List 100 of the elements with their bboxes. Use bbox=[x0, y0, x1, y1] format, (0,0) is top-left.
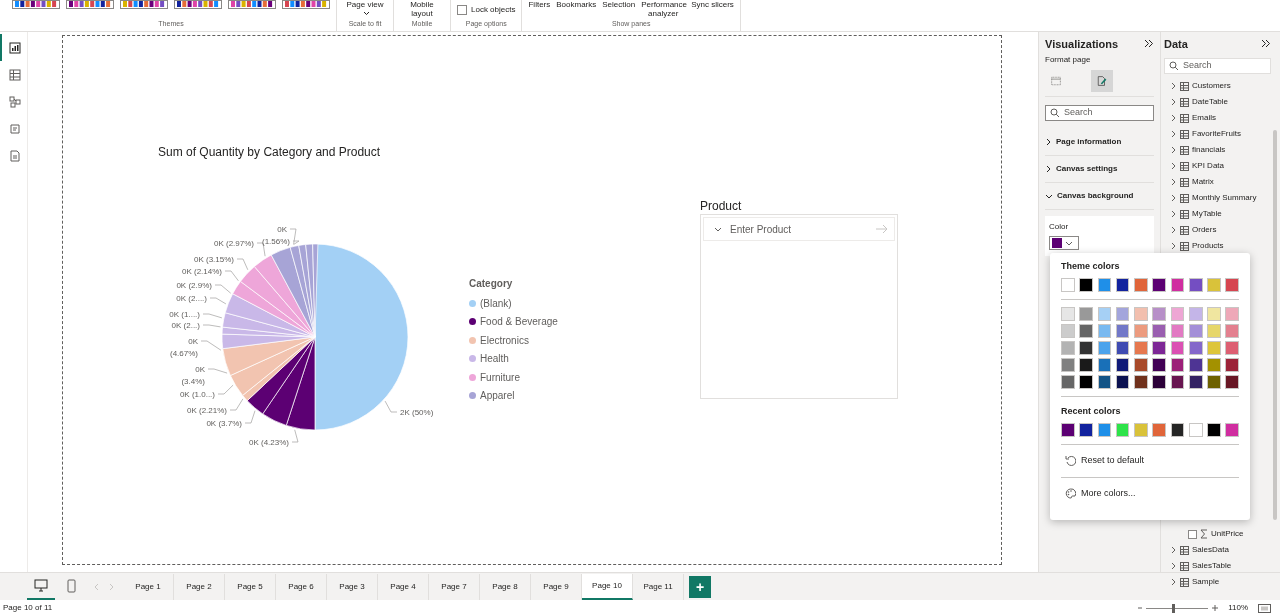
color-swatch[interactable] bbox=[1079, 341, 1093, 355]
color-swatch[interactable] bbox=[1134, 278, 1148, 292]
search-field[interactable]: Search bbox=[1045, 105, 1154, 121]
scrollbar[interactable] bbox=[1273, 130, 1277, 520]
color-swatch[interactable] bbox=[1061, 324, 1075, 338]
field-checkbox[interactable] bbox=[1188, 529, 1197, 539]
color-swatch[interactable] bbox=[1188, 358, 1203, 372]
color-swatch[interactable] bbox=[1097, 324, 1112, 338]
color-swatch[interactable] bbox=[1097, 341, 1112, 355]
data-table-item[interactable]: Products bbox=[1164, 238, 1271, 254]
page-tab[interactable]: Page 10 bbox=[582, 573, 633, 600]
color-swatch[interactable] bbox=[1134, 307, 1148, 321]
slicer-search-field[interactable]: Enter Product bbox=[703, 217, 895, 241]
color-swatch[interactable] bbox=[1115, 375, 1130, 389]
add-page-button[interactable]: + bbox=[689, 575, 711, 598]
popup-action[interactable]: More colors... bbox=[1061, 484, 1140, 502]
data-table-item[interactable]: Customers bbox=[1164, 78, 1271, 94]
color-swatch[interactable] bbox=[1115, 423, 1130, 437]
section-header[interactable]: Canvas settings bbox=[1045, 156, 1154, 183]
color-swatch[interactable] bbox=[1170, 358, 1185, 372]
color-swatch[interactable] bbox=[1188, 423, 1203, 437]
ribbon-button[interactable]: Page view bbox=[343, 0, 387, 18]
color-swatch[interactable] bbox=[1061, 341, 1075, 355]
color-swatch[interactable] bbox=[1115, 341, 1130, 355]
color-swatch[interactable] bbox=[1115, 358, 1130, 372]
color-swatch[interactable] bbox=[1079, 375, 1093, 389]
color-swatch[interactable] bbox=[1097, 307, 1112, 321]
popup-action[interactable]: Reset to default bbox=[1061, 452, 1149, 470]
lock-objects-checkbox[interactable] bbox=[457, 5, 467, 15]
data-table-item[interactable]: FavoriteFruits bbox=[1164, 126, 1271, 142]
color-swatch[interactable] bbox=[1152, 341, 1166, 355]
color-swatch[interactable] bbox=[1207, 307, 1221, 321]
format-mode-button[interactable] bbox=[1091, 70, 1113, 92]
color-swatch[interactable] bbox=[1097, 358, 1112, 372]
ribbon-button[interactable]: Sync slicers bbox=[691, 0, 734, 9]
color-swatch[interactable] bbox=[1170, 423, 1185, 437]
color-dropdown[interactable] bbox=[1049, 236, 1079, 250]
color-swatch[interactable] bbox=[1061, 278, 1075, 292]
color-swatch[interactable] bbox=[1207, 423, 1221, 437]
color-swatch[interactable] bbox=[1134, 341, 1148, 355]
color-swatch[interactable] bbox=[1225, 341, 1240, 355]
color-swatch[interactable] bbox=[1134, 358, 1148, 372]
color-swatch[interactable] bbox=[1152, 307, 1166, 321]
data-table-item[interactable]: MyTable bbox=[1164, 206, 1271, 222]
color-swatch[interactable] bbox=[1225, 423, 1240, 437]
color-swatch[interactable] bbox=[1152, 423, 1166, 437]
color-swatch[interactable] bbox=[1170, 307, 1185, 321]
color-swatch[interactable] bbox=[1134, 375, 1148, 389]
data-table-item[interactable]: Sample bbox=[1164, 574, 1271, 590]
color-swatch[interactable] bbox=[1207, 324, 1221, 338]
section-header[interactable]: Canvas background bbox=[1045, 183, 1154, 210]
color-swatch[interactable] bbox=[1097, 375, 1112, 389]
color-swatch[interactable] bbox=[1061, 375, 1075, 389]
color-swatch[interactable] bbox=[1207, 375, 1221, 389]
color-swatch[interactable] bbox=[1188, 341, 1203, 355]
color-swatch[interactable] bbox=[1115, 307, 1130, 321]
color-swatch[interactable] bbox=[1207, 278, 1221, 292]
color-swatch[interactable] bbox=[1188, 324, 1203, 338]
ribbon-button[interactable]: Mobile layout bbox=[400, 0, 444, 18]
color-swatch[interactable] bbox=[1188, 278, 1203, 292]
color-swatch[interactable] bbox=[1115, 324, 1130, 338]
data-table-item[interactable]: Matrix bbox=[1164, 174, 1271, 190]
color-swatch[interactable] bbox=[1079, 278, 1093, 292]
color-swatch[interactable] bbox=[1225, 375, 1240, 389]
color-swatch[interactable] bbox=[1152, 324, 1166, 338]
ribbon-button[interactable]: Performance analyzer bbox=[641, 0, 686, 18]
data-table-item[interactable]: SalesData bbox=[1164, 542, 1271, 558]
color-swatch[interactable] bbox=[1115, 278, 1130, 292]
color-swatch[interactable] bbox=[1188, 307, 1203, 321]
color-swatch[interactable] bbox=[1170, 375, 1185, 389]
data-table-item[interactable]: Orders bbox=[1164, 222, 1271, 238]
color-swatch[interactable] bbox=[1079, 358, 1093, 372]
data-table-item[interactable]: DateTable bbox=[1164, 94, 1271, 110]
color-swatch[interactable] bbox=[1170, 324, 1185, 338]
data-table-item[interactable]: Emails bbox=[1164, 110, 1271, 126]
ribbon-button[interactable]: Bookmarks bbox=[556, 0, 597, 9]
color-swatch[interactable] bbox=[1225, 358, 1240, 372]
color-swatch[interactable] bbox=[1134, 423, 1148, 437]
color-swatch[interactable] bbox=[1097, 278, 1112, 292]
color-swatch[interactable] bbox=[1225, 307, 1240, 321]
color-swatch[interactable] bbox=[1079, 307, 1093, 321]
color-swatch[interactable] bbox=[1152, 358, 1166, 372]
data-table-item[interactable]: KPI Data bbox=[1164, 158, 1271, 174]
color-swatch[interactable] bbox=[1188, 375, 1203, 389]
color-swatch[interactable] bbox=[1061, 423, 1075, 437]
color-swatch[interactable] bbox=[1170, 341, 1185, 355]
color-swatch[interactable] bbox=[1061, 358, 1075, 372]
color-swatch[interactable] bbox=[1097, 423, 1112, 437]
color-swatch[interactable] bbox=[1207, 358, 1221, 372]
color-swatch[interactable] bbox=[1225, 278, 1240, 292]
color-swatch[interactable] bbox=[1079, 423, 1093, 437]
color-swatch[interactable] bbox=[1152, 278, 1166, 292]
color-swatch[interactable] bbox=[1170, 278, 1185, 292]
color-swatch[interactable] bbox=[1152, 375, 1166, 389]
color-swatch[interactable] bbox=[1061, 307, 1075, 321]
data-table-item[interactable]: financials bbox=[1164, 142, 1271, 158]
search-field[interactable]: Search bbox=[1164, 58, 1271, 74]
zoom-slider-thumb[interactable] bbox=[1171, 603, 1175, 613]
color-swatch[interactable] bbox=[1079, 324, 1093, 338]
ribbon-button[interactable]: Selection bbox=[602, 0, 636, 9]
